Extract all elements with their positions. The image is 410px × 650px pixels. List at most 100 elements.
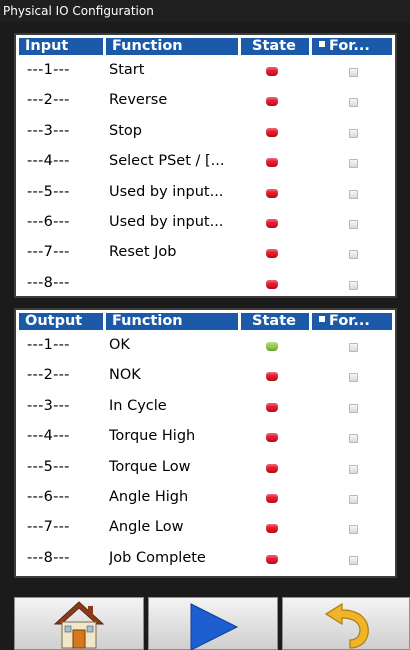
table-row[interactable]: ---3--- Stop (19, 117, 392, 147)
state-led-off-icon (266, 249, 278, 259)
table-row[interactable]: ---2--- NOK (19, 361, 392, 391)
force-checkbox[interactable] (349, 98, 358, 108)
state-led-off-icon (266, 188, 278, 198)
state-led-off-icon (266, 494, 278, 503)
state-led-off-icon (266, 97, 278, 107)
column-header-state[interactable]: State (241, 313, 307, 330)
table-row[interactable]: ---8--- (19, 269, 392, 299)
column-header-force[interactable]: For... (313, 38, 392, 55)
table-row[interactable]: ---8--- Job Complete (19, 544, 392, 574)
column-separator (309, 313, 312, 330)
io-number: ---3--- (27, 397, 70, 414)
home-button[interactable] (14, 597, 144, 650)
table-row[interactable]: ---4--- Select PSet / [... (19, 147, 392, 177)
io-function: Stop (109, 122, 142, 139)
column-header-force[interactable]: For... (313, 313, 392, 330)
force-checkbox[interactable] (349, 434, 358, 444)
table-row[interactable]: ---3--- In Cycle (19, 392, 392, 422)
io-number: ---5--- (27, 458, 70, 475)
io-number: ---1--- (27, 62, 70, 78)
state-led-off-icon (266, 158, 278, 168)
io-function: Torque Low (109, 458, 191, 475)
home-icon (53, 601, 105, 649)
io-number: ---1--- (27, 337, 70, 353)
io-number: ---2--- (27, 367, 70, 384)
table-row[interactable]: ---4--- Torque High (19, 422, 392, 452)
force-checkbox[interactable] (349, 250, 358, 260)
state-led-off-icon (266, 127, 278, 137)
io-function: OK (109, 337, 130, 353)
io-function: Angle Low (109, 519, 184, 536)
state-led-off-icon (266, 402, 278, 412)
table-row[interactable]: ---1--- OK (19, 331, 392, 361)
io-function: Used by input... (109, 183, 224, 200)
io-number: ---7--- (27, 244, 70, 261)
io-function: Used by input... (109, 214, 224, 230)
column-header-output[interactable]: Output (25, 313, 103, 330)
state-led-off-icon (266, 554, 278, 564)
force-checkbox[interactable] (349, 220, 358, 229)
table-row[interactable]: ---7--- Angle Low (19, 513, 392, 543)
force-checkbox[interactable] (349, 128, 358, 138)
input-panel: Input Function State For... ---1--- Start… (14, 33, 397, 298)
table-row[interactable]: ---6--- Used by input... (19, 208, 392, 238)
io-number: ---8--- (27, 274, 70, 291)
state-led-off-icon (266, 67, 278, 76)
force-checkbox[interactable] (349, 189, 358, 199)
io-function: Select PSet / [... (109, 153, 225, 170)
table-row[interactable]: ---5--- Torque Low (19, 453, 392, 483)
undo-button[interactable] (282, 597, 410, 650)
output-panel: Output Function State For... ---1--- OK --… (14, 308, 397, 578)
force-checkbox[interactable] (349, 68, 358, 77)
column-header-force-label: For... (329, 38, 370, 54)
input-table-header: Input Function State For... (19, 38, 392, 55)
io-function: NOK (109, 367, 141, 384)
force-checkbox[interactable] (349, 403, 358, 413)
bottom-toolbar (14, 597, 410, 650)
state-led-on-icon (266, 342, 278, 351)
force-checkbox[interactable] (349, 495, 358, 504)
column-header-function[interactable]: Function (108, 313, 236, 330)
force-checkbox[interactable] (349, 555, 358, 565)
state-led-off-icon (266, 524, 278, 534)
force-checkbox[interactable] (349, 159, 358, 169)
io-number: ---7--- (27, 519, 70, 536)
table-row[interactable]: ---7--- Reset Job (19, 238, 392, 268)
play-button[interactable] (148, 597, 278, 650)
table-row[interactable]: ---1--- Start (19, 56, 392, 86)
checkbox-header-icon (319, 41, 325, 47)
io-number: ---6--- (27, 214, 70, 230)
state-led-off-icon (266, 433, 278, 443)
table-row[interactable]: ---6--- Angle High (19, 483, 392, 513)
io-number: ---5--- (27, 183, 70, 200)
play-icon (190, 603, 239, 650)
io-function: Start (109, 62, 145, 78)
io-function: Angle High (109, 489, 189, 505)
table-row[interactable]: ---5--- Used by input... (19, 178, 392, 208)
undo-icon (324, 602, 369, 649)
force-checkbox[interactable] (349, 464, 358, 474)
table-row[interactable]: ---2--- Reverse (19, 86, 392, 116)
column-separator (103, 313, 106, 330)
force-checkbox[interactable] (349, 343, 358, 352)
io-number: ---6--- (27, 489, 70, 505)
output-table-header: Output Function State For... (19, 313, 392, 330)
io-number: ---8--- (27, 549, 70, 566)
column-separator (309, 38, 312, 55)
io-function: Torque High (109, 428, 196, 445)
force-checkbox[interactable] (349, 280, 358, 290)
column-header-state[interactable]: State (241, 38, 307, 55)
io-number: ---3--- (27, 122, 70, 139)
force-checkbox[interactable] (349, 525, 358, 535)
window-title: Physical IO Configuration (0, 0, 410, 22)
io-function: Reverse (109, 92, 168, 109)
state-led-off-icon (266, 372, 278, 382)
column-header-function[interactable]: Function (108, 38, 236, 55)
force-checkbox[interactable] (349, 373, 358, 383)
checkbox-header-icon (319, 316, 325, 322)
column-header-input[interactable]: Input (25, 38, 103, 55)
io-number: ---4--- (27, 153, 70, 170)
column-separator (103, 38, 106, 55)
state-led-off-icon (266, 279, 278, 289)
state-led-off-icon (266, 463, 278, 473)
